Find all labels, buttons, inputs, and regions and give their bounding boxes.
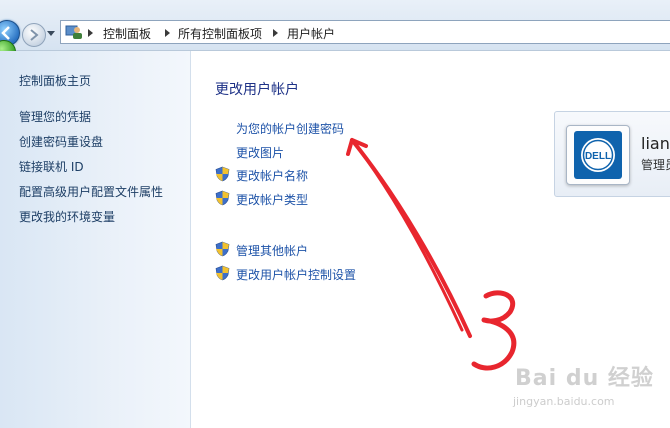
account-role: 管理员 xyxy=(641,158,670,172)
create-password-link[interactable]: 为您的帐户创建密码 xyxy=(236,120,344,137)
sidebar: 控制面板主页 管理您的凭据 创建密码重设盘 链接联机 ID 配置高级用户配置文件… xyxy=(0,51,191,428)
sidebar-home-link[interactable]: 控制面板主页 xyxy=(19,72,91,89)
address-bar[interactable]: 控制面板 所有控制面板项 用户帐户 xyxy=(60,20,670,44)
manage-other-accounts-link[interactable]: 管理其他帐户 xyxy=(236,242,308,259)
uac-settings-link[interactable]: 更改用户帐户控制设置 xyxy=(236,266,356,283)
uac-shield-icon xyxy=(215,190,230,206)
account-name: lianç xyxy=(641,134,670,153)
change-picture-link[interactable]: 更改图片 xyxy=(236,144,284,161)
breadcrumb-control-panel[interactable]: 控制面板 xyxy=(103,25,151,42)
dell-logo-text: DELL xyxy=(585,151,611,162)
breadcrumb-all-items[interactable]: 所有控制面板项 xyxy=(178,25,262,42)
uac-shield-icon xyxy=(215,166,230,182)
change-account-type-link[interactable]: 更改帐户类型 xyxy=(236,191,308,208)
recent-pages-dropdown[interactable] xyxy=(47,31,55,36)
avatar[interactable]: DELL xyxy=(566,125,630,185)
watermark-url: jingyan.baidu.com xyxy=(513,395,615,408)
sidebar-item-password-reset-disk[interactable]: 创建密码重设盘 xyxy=(19,133,103,150)
annotation-number-3 xyxy=(471,290,517,371)
breadcrumb-separator[interactable] xyxy=(273,29,278,37)
breadcrumb-user-accounts[interactable]: 用户帐户 xyxy=(287,25,335,42)
uac-shield-icon xyxy=(215,241,230,257)
control-panel-users-icon xyxy=(65,25,82,39)
forward-arrow-icon xyxy=(30,29,39,41)
change-account-name-link[interactable]: 更改帐户名称 xyxy=(236,167,308,184)
dell-logo-avatar-icon: DELL xyxy=(574,131,622,179)
navigation-bar: 控制面板 所有控制面板项 用户帐户 xyxy=(0,0,670,51)
forward-button[interactable] xyxy=(22,23,46,47)
watermark-logo: Bai du 经验 xyxy=(515,366,654,391)
page-title: 更改用户帐户 xyxy=(215,82,299,98)
uac-shield-icon xyxy=(215,265,230,281)
back-arrow-icon xyxy=(1,26,10,40)
sidebar-item-environment-variables[interactable]: 更改我的环境变量 xyxy=(19,208,115,225)
sidebar-item-link-online-id[interactable]: 链接联机 ID xyxy=(19,158,84,175)
breadcrumb-separator[interactable] xyxy=(88,29,93,37)
sidebar-item-credentials[interactable]: 管理您的凭据 xyxy=(19,108,91,125)
breadcrumb-separator[interactable] xyxy=(165,29,170,37)
sidebar-item-profile-properties[interactable]: 配置高级用户配置文件属性 xyxy=(19,183,163,200)
